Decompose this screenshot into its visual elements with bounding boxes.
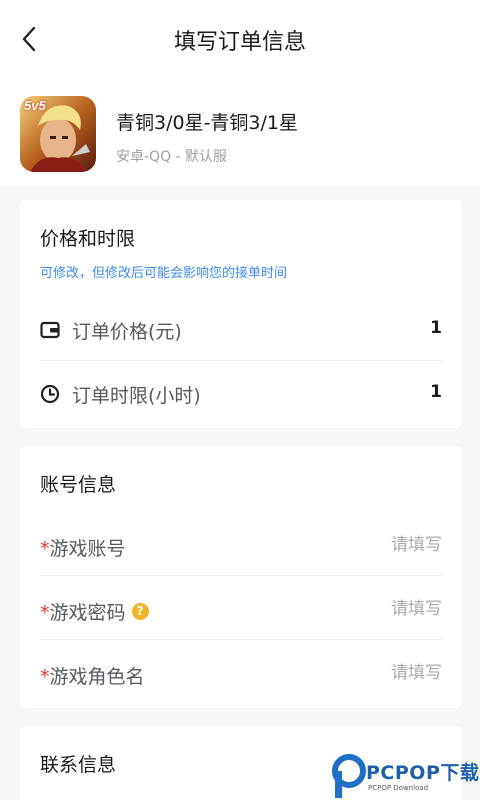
top-bar: 填写订单信息 [0, 0, 480, 80]
game-password-input[interactable] [282, 592, 442, 626]
price-section-title: 价格和时限 [40, 228, 136, 250]
account-section-title: 账号信息 [40, 474, 117, 496]
game-title: 青铜3/0星-青铜3/1星 [116, 112, 299, 134]
watermark-p-icon [332, 754, 366, 798]
order-price-row[interactable]: 订单价格(元) 1 [40, 298, 442, 362]
game-role-label: 游戏角色名 [49, 666, 145, 688]
account-card: 账号信息 *游戏账号 *游戏密码? *游戏角色名 [20, 446, 462, 708]
order-time-label: 订单时限(小时) [72, 385, 201, 407]
contact-section-title: 联系信息 [40, 754, 117, 776]
game-account-label: 游戏账号 [49, 538, 126, 560]
game-app-icon: 5v5 [20, 96, 96, 172]
order-time-row[interactable]: 订单时限(小时) 1 [40, 362, 442, 426]
watermark-text: PCPOP下载 [366, 762, 480, 784]
required-mark: * [40, 602, 50, 624]
order-price-label: 订单价格(元) [72, 321, 182, 343]
game-password-label: 游戏密码 [49, 602, 126, 624]
game-role-input[interactable] [282, 656, 442, 690]
price-hint: 可修改，但修改后可能会影响您的接单时间 [40, 266, 288, 281]
clock-icon [40, 384, 60, 404]
game-account-row: *游戏账号 [40, 514, 442, 578]
divider [40, 575, 442, 576]
required-mark: * [40, 538, 50, 560]
price-card: 价格和时限 可修改，但修改后可能会影响您的接单时间 订单价格(元) 1 订单时限… [20, 200, 462, 428]
page-title: 填写订单信息 [173, 30, 306, 55]
divider [40, 639, 442, 640]
game-info: 5v5 青铜3/0星-青铜3/1星 安卓-QQ - 默认服 [0, 80, 480, 186]
watermark-logo: PCPOP下载 PCPOP Download [330, 752, 480, 800]
order-price-value[interactable]: 1 [430, 318, 442, 338]
question-icon[interactable]: ? [131, 603, 149, 620]
game-account-input[interactable] [282, 528, 442, 562]
game-role-row: *游戏角色名 [40, 642, 442, 706]
game-server: 安卓-QQ - 默认服 [116, 149, 228, 165]
game-icon-badge: 5v5 [24, 98, 46, 113]
wallet-icon [40, 321, 60, 339]
game-password-row: *游戏密码? [40, 578, 442, 642]
watermark-subtext: PCPOP Download [368, 784, 429, 792]
required-mark: * [40, 666, 50, 688]
divider [40, 360, 442, 361]
order-time-value[interactable]: 1 [430, 382, 442, 402]
